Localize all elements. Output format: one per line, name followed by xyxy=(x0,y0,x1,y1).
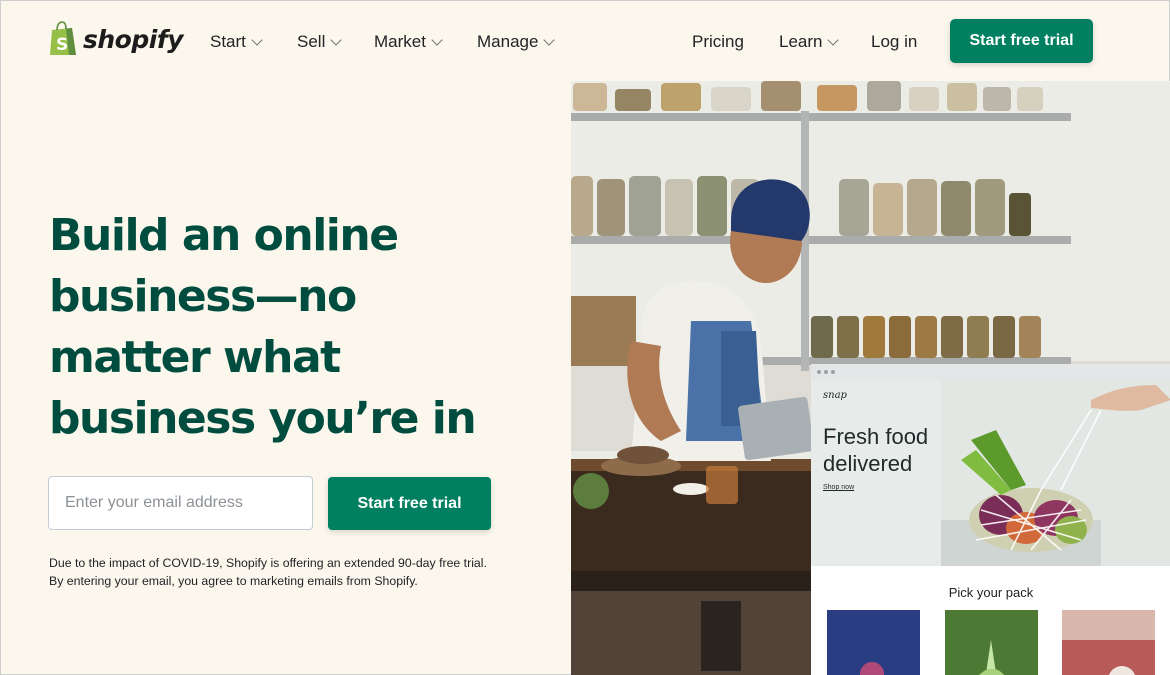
pack-option[interactable] xyxy=(1062,610,1155,675)
pick-pack-heading: Pick your pack xyxy=(948,585,1034,600)
nav-manage[interactable]: Manage xyxy=(477,32,556,52)
window-dot-icon xyxy=(831,370,835,374)
disclaimer: Due to the impact of COVID-19, Shopify i… xyxy=(49,554,487,590)
disclaimer-consent: By entering your email, you agree to mar… xyxy=(49,574,418,588)
pack-image xyxy=(1062,610,1155,675)
pack-image xyxy=(945,610,1038,675)
pack-option[interactable] xyxy=(945,610,1038,675)
nav-login[interactable]: Log in xyxy=(871,32,917,52)
nav-learn-label: Learn xyxy=(779,32,823,51)
pack-image xyxy=(827,610,920,675)
nav-sell[interactable]: Sell xyxy=(297,32,343,52)
svg-text:S: S xyxy=(56,35,68,55)
email-input[interactable] xyxy=(48,476,313,530)
shopify-logo[interactable]: S shopify xyxy=(48,21,184,57)
nav-pricing-label: Pricing xyxy=(692,32,744,51)
nav-learn[interactable]: Learn xyxy=(779,32,840,52)
window-dot-icon xyxy=(824,370,828,374)
store-hero: snap Fresh food delivered Shop now xyxy=(811,380,1170,566)
store-preview-card: snap Fresh food delivered Shop now Pick … xyxy=(811,364,1170,675)
shop-now-link[interactable]: Shop now xyxy=(823,484,854,491)
logo-wordmark: shopify xyxy=(83,24,184,54)
nav-manage-label: Manage xyxy=(477,32,539,51)
hero-title: Build an online business—no matter what … xyxy=(49,210,477,444)
nav-login-label: Log in xyxy=(871,32,918,51)
nav-pricing[interactable]: Pricing xyxy=(692,32,744,52)
window-dot-icon xyxy=(817,370,821,374)
nav-start-label: Start xyxy=(210,32,246,51)
hero-start-free-trial-button[interactable]: Start free trial xyxy=(328,477,491,530)
store-logo: snap xyxy=(823,390,847,401)
start-free-trial-button[interactable]: Start free trial xyxy=(950,19,1093,63)
chevron-down-icon xyxy=(827,33,840,46)
nav-start[interactable]: Start xyxy=(210,32,263,52)
site-header: S shopify Start Sell Market Manage Prici… xyxy=(1,1,1170,81)
produce-bag-image xyxy=(941,380,1170,566)
nav-market[interactable]: Market xyxy=(374,32,443,52)
shopping-bag-icon: S xyxy=(50,21,76,55)
browser-bar xyxy=(811,364,1170,380)
pack-option[interactable] xyxy=(827,610,920,675)
nav-sell-label: Sell xyxy=(297,32,326,51)
chevron-down-icon xyxy=(330,33,343,46)
chevron-down-icon xyxy=(543,33,556,46)
disclaimer-covid: Due to the impact of COVID-19, Shopify i… xyxy=(49,556,487,570)
store-hero-title: Fresh food delivered xyxy=(823,424,929,476)
chevron-down-icon xyxy=(431,33,443,46)
chevron-down-icon xyxy=(251,33,263,46)
nav-market-label: Market xyxy=(374,32,426,51)
